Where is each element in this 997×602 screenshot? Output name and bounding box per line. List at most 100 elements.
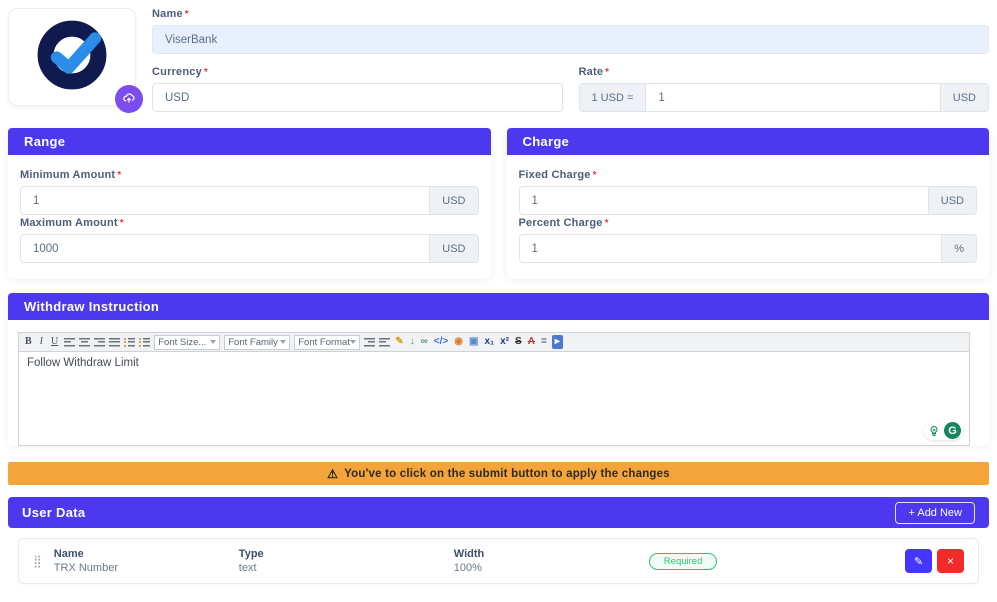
paste-icon[interactable]: ↓ — [409, 335, 416, 349]
rate-input-group: 1 USD = USD — [579, 83, 990, 112]
name-label: Name* — [152, 8, 989, 20]
font-format-select[interactable]: Font Format — [294, 335, 360, 350]
subscript-icon[interactable]: x₁ — [483, 335, 495, 349]
percent-charge-label-text: Percent Charge — [519, 217, 603, 229]
max-amount-group: USD — [20, 234, 479, 263]
currency-input[interactable] — [152, 83, 563, 112]
percent-charge-suffix: % — [941, 235, 976, 262]
min-amount-label: Minimum Amount* — [20, 169, 479, 181]
indent-icon[interactable] — [364, 338, 375, 347]
fixed-charge-suffix: USD — [928, 187, 976, 214]
row-badge-cell: Required — [649, 553, 905, 570]
percent-charge-group: % — [519, 234, 978, 263]
chevron-down-icon — [350, 340, 356, 344]
user-data-title: User Data — [22, 505, 85, 520]
warning-text: You've to click on the submit button to … — [344, 468, 670, 480]
drag-handle-icon[interactable]: ⣿ — [33, 554, 42, 568]
user-data-header: User Data + Add New — [8, 497, 989, 528]
unordered-list-icon[interactable] — [124, 338, 135, 347]
submit-warning-alert: ⚠ You've to click on the submit button t… — [8, 462, 989, 485]
align-left-icon[interactable] — [64, 338, 75, 347]
chevron-down-icon — [210, 340, 216, 344]
strikethrough-icon[interactable]: S — [514, 335, 523, 349]
cloud-upload-icon — [122, 91, 136, 108]
rate-input[interactable] — [646, 84, 939, 111]
row-width-cell: Width 100% — [454, 548, 649, 574]
superscript-icon[interactable]: x² — [499, 335, 510, 349]
rate-suffix: USD — [940, 84, 988, 111]
outdent-icon[interactable] — [379, 338, 390, 347]
insert-image-icon[interactable]: ▣ — [468, 335, 479, 349]
warning-icon: ⚠ — [327, 467, 338, 481]
link-icon[interactable]: ∞ — [420, 335, 429, 349]
required-asterisk: * — [605, 218, 609, 229]
max-amount-label-text: Maximum Amount — [20, 217, 118, 229]
remove-format-icon[interactable]: A — [527, 335, 536, 349]
max-amount-suffix: USD — [429, 235, 477, 262]
required-badge: Required — [649, 553, 718, 570]
range-panel: Range Minimum Amount* USD Maximum Amount… — [8, 128, 491, 279]
min-amount-suffix: USD — [429, 187, 477, 214]
required-asterisk: * — [185, 9, 189, 20]
editor-toolbar: B I U Font Size... Font Family Font Form… — [18, 332, 970, 351]
close-icon: × — [947, 554, 954, 568]
color-palette-icon[interactable]: ◉ — [453, 335, 464, 349]
range-panel-title: Range — [8, 128, 491, 155]
font-format-select-label: Font Format — [298, 337, 350, 348]
instruction-panel: Withdraw Instruction B I U Font Size... … — [8, 293, 989, 446]
min-amount-input[interactable] — [21, 187, 429, 214]
row-name-value: TRX Number — [54, 562, 239, 574]
method-logo — [32, 15, 112, 100]
bold-icon[interactable]: B — [23, 335, 34, 349]
grammarly-widget[interactable]: G — [924, 421, 963, 440]
fixed-charge-input[interactable] — [520, 187, 928, 214]
horizontal-rule-icon[interactable]: = — [540, 335, 548, 349]
font-size-select-label: Font Size... — [158, 337, 206, 348]
charge-panel: Charge Fixed Charge* USD Percent Charge*… — [507, 128, 990, 279]
image-upload-icon[interactable]: ✎ — [394, 335, 404, 349]
charge-panel-title: Charge — [507, 128, 990, 155]
fixed-charge-label-text: Fixed Charge — [519, 169, 591, 181]
method-logo-card — [8, 8, 136, 106]
currency-label-text: Currency — [152, 66, 202, 78]
underline-icon[interactable]: U — [49, 335, 60, 349]
font-family-select-label: Font Family — [228, 337, 278, 348]
source-code-icon[interactable]: </> — [433, 335, 449, 349]
delete-row-button[interactable]: × — [937, 549, 964, 573]
required-asterisk: * — [117, 170, 121, 181]
italic-icon[interactable]: I — [38, 335, 45, 349]
rate-label-text: Rate — [579, 66, 604, 78]
row-name-cell: Name TRX Number — [54, 548, 239, 574]
editor-text: Follow Withdraw Limit — [27, 357, 139, 369]
name-input[interactable] — [152, 25, 989, 54]
withdraw-method-edit-page: Name* Currency* Rate* 1 USD = — [0, 0, 997, 602]
upload-logo-button[interactable] — [115, 85, 143, 113]
ordered-list-icon[interactable] — [139, 338, 150, 347]
max-amount-input[interactable] — [21, 235, 429, 262]
font-size-select[interactable]: Font Size... — [154, 335, 220, 350]
range-panel-body: Minimum Amount* USD Maximum Amount* USD — [8, 155, 491, 279]
row-type-value: text — [239, 562, 454, 574]
edit-row-button[interactable]: ✎ — [905, 549, 932, 573]
media-icon[interactable]: ▸ — [552, 335, 563, 349]
align-center-icon[interactable] — [79, 338, 90, 347]
required-asterisk: * — [204, 67, 208, 78]
font-family-select[interactable]: Font Family — [224, 335, 290, 350]
row-width-value: 100% — [454, 562, 649, 574]
editor-content[interactable]: Follow Withdraw Limit G — [18, 351, 970, 446]
align-right-icon[interactable] — [94, 338, 105, 347]
min-amount-group: USD — [20, 186, 479, 215]
percent-charge-label: Percent Charge* — [519, 217, 978, 229]
top-form-section: Name* Currency* Rate* 1 USD = — [8, 8, 989, 112]
row-type-cell: Type text — [239, 548, 454, 574]
grammarly-g-icon: G — [944, 422, 961, 439]
range-charge-row: Range Minimum Amount* USD Maximum Amount… — [8, 128, 989, 279]
required-asterisk: * — [120, 218, 124, 229]
percent-charge-input[interactable] — [520, 235, 942, 262]
rate-field: Rate* 1 USD = USD — [579, 66, 990, 112]
add-new-button[interactable]: + Add New — [895, 502, 975, 524]
column-header-name: Name — [54, 548, 239, 560]
align-justify-icon[interactable] — [109, 338, 120, 347]
required-asterisk: * — [593, 170, 597, 181]
user-data-row: ⣿ Name TRX Number Type text Width 100% R… — [18, 538, 979, 584]
